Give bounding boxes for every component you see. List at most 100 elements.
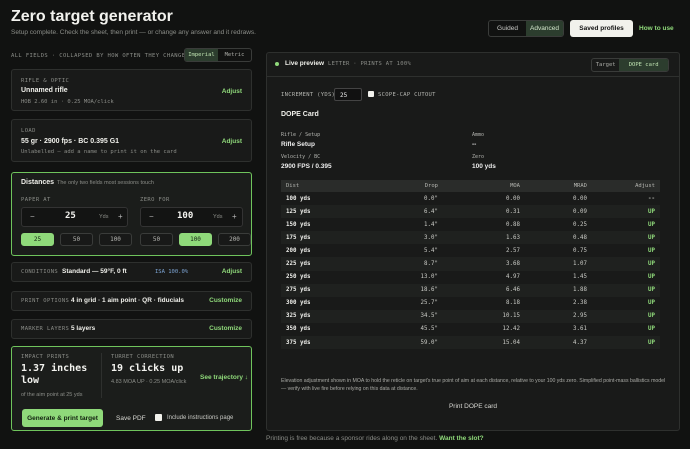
table-row: 275 yds 18.6" 6.46 1.88 UP [281,283,660,297]
table-row: 100 yds 0.0" 0.00 0.00 -- [281,192,660,205]
zero-preset-200[interactable]: 200 [218,233,251,246]
preview-meta: LETTER · PRINTS AT 100% [328,61,412,67]
paper-at-label: PAPER AT [21,197,51,203]
rifle-setup-label: Rifle / Setup [281,132,321,138]
paper-preset-chips: 25 50 100 [21,233,132,246]
moa-cell: 6.46 [443,283,525,297]
mrad-cell: 0.09 [525,205,592,219]
zero-distance-stepper: − 100 Yds + [140,207,243,227]
load-card[interactable]: LOAD 55 gr · 2900 fps · BC 0.395 G1 Unla… [11,119,252,162]
paper-unit: Yds [99,214,109,220]
preview-divider [267,76,679,77]
zero-decrement-button[interactable]: − [149,212,154,221]
moa-cell: 8.18 [506,300,520,307]
impact-value: 1.37 inches low [21,363,88,386]
mode-advanced-button[interactable]: Advanced [526,21,563,36]
unit-metric-button[interactable]: Metric [218,49,251,61]
moa-cell: 0.00 [506,195,520,202]
sponsor-note: Printing is free because a sponsor rides… [266,435,484,442]
marker-layers-row[interactable]: MARKER LAYERS 5 layers Customize [11,319,252,339]
distances-title: Distances [21,179,55,186]
moa-cell: 10.15 [443,309,525,323]
col-dist: Dist [281,180,361,192]
print-options-customize-button[interactable]: Customize [209,297,242,304]
dist-cell: 200 yds [286,247,311,254]
col-moa: MOA [443,180,525,192]
col-adjust: Adjust [592,180,660,192]
col-mrad: MRAD [525,180,592,192]
tab-dope-card[interactable]: DOPE card [619,59,668,71]
live-preview-label: Live preview [285,60,325,67]
zero-increment-button[interactable]: + [232,212,237,221]
adjust-cell: UP [592,257,660,271]
rifle-optic-card[interactable]: RIFLE & OPTIC Unnamed rifle HOB 2.60 in … [11,69,252,111]
scope-cap-checkbox[interactable] [368,91,374,97]
zero-unit: Yds [213,214,223,220]
paper-distance-value[interactable]: 25 [65,211,76,221]
paper-decrement-button[interactable]: − [30,212,35,221]
app-root: Zero target generator Setup complete. Ch… [0,0,690,449]
moa-cell: 3.68 [443,257,525,271]
how-to-use-link[interactable]: How to use [639,25,674,32]
dist-cell: 300 yds [286,300,311,307]
turret-value: 19 clicks up [111,363,184,374]
sponsor-text: Printing is free because a sponsor rides… [266,435,438,442]
zero-preset-chips: 50 100 200 [140,233,251,246]
tab-target[interactable]: Target [592,59,619,71]
print-dope-card-button[interactable]: Print DOPE card [267,403,679,410]
moa-cell: 0.31 [443,205,525,219]
dist-cell: 275 yds [281,283,361,297]
mrad-cell: 0.48 [525,231,592,245]
live-preview-panel: Live preview LETTER · PRINTS AT 100% Tar… [266,52,680,431]
scope-cap-label: SCOPE-CAP CUTOUT [378,92,436,98]
generate-print-button[interactable]: Generate & print target [22,409,103,427]
page-title: Zero target generator [11,8,173,25]
paper-preset-100[interactable]: 100 [99,233,132,246]
save-pdf-button[interactable]: Save PDF [116,415,146,422]
turret-sub: 4.83 MOA UP · 0.25 MOA/click [111,379,187,385]
zero-preset-100[interactable]: 100 [179,233,212,246]
print-options-row[interactable]: PRINT OPTIONS 4 in grid · 1 aim point · … [11,291,252,311]
table-row: 125 yds 6.4" 0.31 0.09 UP [281,205,660,219]
increment-input[interactable]: 25 [334,88,362,101]
see-trajectory-link[interactable]: See trajectory ↓ [200,374,248,381]
live-dot-icon [275,62,279,66]
increment-label: INCREMENT (YDS) [281,92,336,98]
mrad-cell: 2.38 [573,300,587,307]
impact-label: IMPACT PRINTS [21,354,70,360]
isa-badge: ISA 100.0% [155,269,189,275]
adjust-cell: UP [592,231,660,245]
paper-preset-50[interactable]: 50 [60,233,93,246]
table-row: 350 yds 45.5" 12.42 3.61 UP [281,323,660,336]
drop-cell: 18.6" [361,283,443,297]
drop-cell: 0.0" [424,195,438,202]
load-adjust-button[interactable]: Adjust [222,138,242,145]
paper-increment-button[interactable]: + [118,212,123,221]
marker-layers-customize-button[interactable]: Customize [209,325,242,332]
sponsor-link[interactable]: Want the slot? [439,435,484,442]
moa-cell: 1.63 [443,231,525,245]
conditions-row[interactable]: CONDITIONS Standard — 59°F, 0 ft ISA 100… [11,262,252,282]
rifle-adjust-button[interactable]: Adjust [222,88,242,95]
mrad-cell: 1.07 [525,257,592,271]
load-hint: Unlabelled — add a name to print it on t… [21,149,177,155]
drop-cell: 5.4" [424,247,438,254]
mode-guided-button[interactable]: Guided [489,21,526,36]
include-instructions-checkbox[interactable] [155,414,162,421]
dope-card-title: DOPE Card [281,111,319,118]
mrad-cell: 0.75 [573,247,587,254]
paper-preset-25[interactable]: 25 [21,233,54,246]
saved-profiles-button[interactable]: Saved profiles [570,20,633,37]
zero-distance-value[interactable]: 100 [177,211,193,221]
drop-cell: 8.7" [361,257,443,271]
dist-cell: 100 yds [286,195,311,202]
unit-imperial-button[interactable]: Imperial [185,49,218,61]
mrad-cell: 2.95 [525,309,592,323]
table-row: 225 yds 8.7" 3.68 1.07 UP [281,257,660,271]
rifle-optic-label: RIFLE & OPTIC [21,78,70,84]
load-summary: 55 gr · 2900 fps · BC 0.395 G1 [21,138,120,145]
dist-cell: 375 yds [281,336,361,350]
conditions-adjust-button[interactable]: Adjust [222,268,242,275]
zero-preset-50[interactable]: 50 [140,233,173,246]
dope-footnote: Elevation adjustment shown in MOA to hol… [281,378,666,392]
